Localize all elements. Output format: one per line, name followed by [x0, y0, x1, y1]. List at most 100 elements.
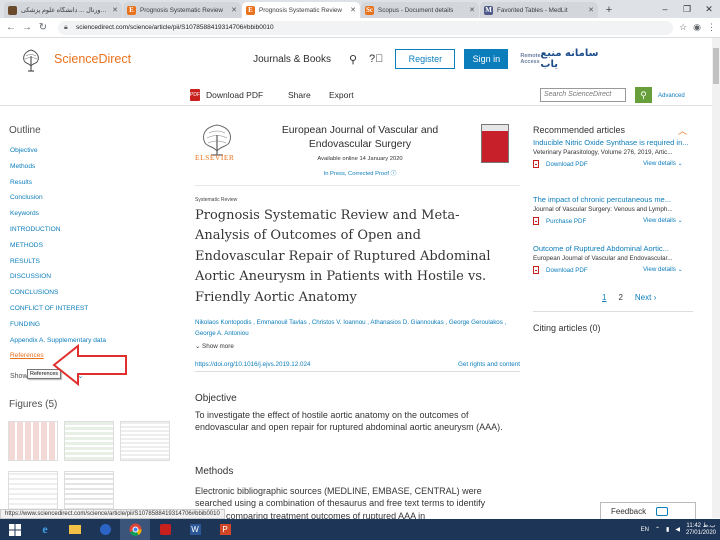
figure-thumbnail[interactable]: [64, 421, 114, 461]
browser-tab[interactable]: M Favorited Tables - MedLit ✕: [480, 2, 598, 18]
register-button[interactable]: Register: [395, 49, 456, 69]
star-icon[interactable]: ☆: [679, 22, 687, 33]
account-icon[interactable]: ◉: [693, 22, 701, 33]
show-more-button[interactable]: ⌄ Show more: [195, 343, 234, 350]
minimize-icon[interactable]: –: [654, 0, 676, 18]
outline-item[interactable]: CONFLICT OF INTEREST: [10, 305, 106, 321]
figure-thumbnail[interactable]: [120, 421, 170, 461]
powerpoint-icon[interactable]: P: [210, 519, 240, 540]
acrobat-icon[interactable]: [150, 519, 180, 540]
figure-thumbnail[interactable]: [8, 471, 58, 511]
outline-item[interactable]: Results: [10, 179, 106, 195]
advanced-search-link[interactable]: Advanced: [658, 93, 685, 99]
outline-item[interactable]: Objective: [10, 147, 106, 163]
figure-thumbnail[interactable]: [8, 421, 58, 461]
word-icon[interactable]: W: [180, 519, 210, 540]
elsevier-logo-icon[interactable]: [16, 44, 46, 74]
network-icon[interactable]: ▮: [666, 526, 669, 533]
system-tray: EN ⌃ ▮ ◀ 11:42 ب.ظ 27/01/2020: [641, 519, 716, 540]
forward-icon[interactable]: →: [20, 21, 34, 35]
outline-item[interactable]: RESULTS: [10, 258, 106, 274]
address-bar[interactable]: 🔒︎ sciencedirect.com/science/article/pii…: [58, 20, 674, 35]
maximize-icon[interactable]: ❐: [676, 0, 698, 18]
recommended-item: Outcome of Ruptured Abdominal Aortic... …: [533, 244, 693, 276]
share-button[interactable]: Share: [288, 90, 311, 100]
rec-title-link[interactable]: Outcome of Ruptured Abdominal Aortic...: [533, 244, 690, 254]
rec-title-link[interactable]: The impact of chronic percutaneous me...: [533, 195, 690, 205]
language-indicator[interactable]: EN: [641, 527, 649, 533]
article-type: Systematic Review: [195, 197, 238, 203]
chrome-icon[interactable]: [120, 519, 150, 540]
page-2[interactable]: 2: [618, 293, 622, 302]
download-pdf-button[interactable]: PDF Download PDF: [190, 89, 263, 101]
menu-icon[interactable]: ⋮: [707, 22, 716, 33]
sign-in-button[interactable]: Sign in: [464, 49, 509, 69]
outline-item[interactable]: Conclusion: [10, 194, 106, 210]
new-tab-button[interactable]: +: [601, 2, 617, 18]
elsevier-favicon-icon: E: [127, 5, 136, 15]
doi-link[interactable]: https://doi.org/10.1016/j.ejvs.2019.12.0…: [195, 361, 311, 368]
view-details-link[interactable]: View details ⌄: [643, 217, 683, 224]
export-button[interactable]: Export: [329, 90, 354, 100]
rec-pdf-button[interactable]: Purchase PDF: [533, 217, 586, 225]
page-1[interactable]: 1: [602, 293, 606, 302]
citing-articles[interactable]: Citing articles (0): [533, 323, 601, 333]
close-tab-icon[interactable]: ✕: [350, 6, 356, 14]
show-hidden-icons-icon[interactable]: ⌃: [655, 526, 660, 533]
chevron-up-icon[interactable]: ︿: [678, 124, 687, 137]
view-details-link[interactable]: View details ⌄: [643, 160, 683, 167]
view-details-link[interactable]: View details ⌄: [643, 266, 683, 273]
close-tab-icon[interactable]: ✕: [469, 6, 475, 14]
back-icon[interactable]: ←: [4, 21, 18, 35]
browser-tab[interactable]: لامبالیک مونوژورنال ... دانشگاه علوم پزش…: [4, 2, 122, 18]
close-tab-icon[interactable]: ✕: [112, 6, 118, 14]
help-icon[interactable]: ?⃝: [369, 53, 383, 65]
outline-item[interactable]: INTRODUCTION: [10, 226, 106, 242]
rec-title-link[interactable]: Inducible Nitric Oxide Synthase is requi…: [533, 138, 690, 148]
remote-access-logo[interactable]: Remote Access سامانه منبع یاب: [520, 48, 600, 70]
file-explorer-icon[interactable]: [60, 519, 90, 540]
rec-source: Journal of Vascular Surgery: Venous and …: [533, 206, 673, 213]
browser-tab-active[interactable]: E Prognosis Systematic Review ✕: [242, 2, 360, 18]
ie-icon[interactable]: e: [30, 519, 60, 540]
close-window-icon[interactable]: ✕: [698, 0, 720, 18]
outline-item[interactable]: Methods: [10, 163, 106, 179]
volume-icon[interactable]: ◀: [675, 526, 680, 533]
search-icon[interactable]: ⚲: [349, 53, 357, 66]
url-text: sciencedirect.com/science/article/pii/S1…: [76, 24, 274, 31]
browser-tab[interactable]: Sc Scopus - Document details ✕: [361, 2, 479, 18]
in-press-link[interactable]: In Press, Corrected Proof ⓘ: [255, 168, 465, 177]
close-tab-icon[interactable]: ✕: [231, 6, 237, 14]
reload-icon[interactable]: ↻: [36, 21, 50, 35]
figure-thumbnail[interactable]: [64, 471, 114, 511]
search-submit-button[interactable]: ⚲: [635, 87, 652, 103]
journal-cover-image[interactable]: [481, 124, 509, 163]
outline-item[interactable]: DISCUSSION: [10, 273, 106, 289]
rights-link[interactable]: Get rights and content: [458, 361, 520, 368]
outline-item[interactable]: FUNDING: [10, 321, 106, 337]
search-input[interactable]: Search ScienceDirect: [540, 88, 626, 102]
page-scrollbar[interactable]: [712, 38, 720, 518]
outline-item[interactable]: Keywords: [10, 210, 106, 226]
close-tab-icon[interactable]: ✕: [588, 6, 594, 14]
media-player-icon[interactable]: [90, 519, 120, 540]
outline-item[interactable]: METHODS: [10, 242, 106, 258]
outline-item[interactable]: CONCLUSIONS: [10, 289, 106, 305]
windows-start-icon[interactable]: [0, 519, 30, 540]
scrollbar-thumb[interactable]: [713, 48, 719, 84]
clock[interactable]: 11:42 ب.ظ 27/01/2020: [686, 523, 716, 537]
outline-title: Outline: [9, 125, 41, 136]
feedback-button[interactable]: Feedback: [600, 502, 696, 520]
rec-pdf-button[interactable]: Download PDF: [533, 160, 588, 168]
chat-bubble-icon: [656, 506, 669, 516]
journal-title[interactable]: European Journal of Vascular and Endovas…: [255, 124, 465, 152]
browser-tab[interactable]: E Prognosis Systematic Review ✕: [123, 2, 241, 18]
rec-pdf-button[interactable]: Download PDF: [533, 266, 588, 274]
windows-taskbar: e W P EN ⌃ ▮ ◀ 11:42 ب.ظ 27/01/2020: [0, 519, 720, 540]
elsevier-wordmark: ELSEVIER: [195, 153, 235, 162]
recommended-item: Inducible Nitric Oxide Synthase is requi…: [533, 138, 693, 170]
journals-books-link[interactable]: Journals & Books: [253, 54, 331, 65]
author-list[interactable]: Nikolaos Kontopodis , Emmanouil Tavlas ,…: [195, 318, 510, 339]
next-page-button[interactable]: Next ›: [635, 293, 656, 302]
sciencedirect-brand[interactable]: ScienceDirect: [54, 52, 131, 66]
